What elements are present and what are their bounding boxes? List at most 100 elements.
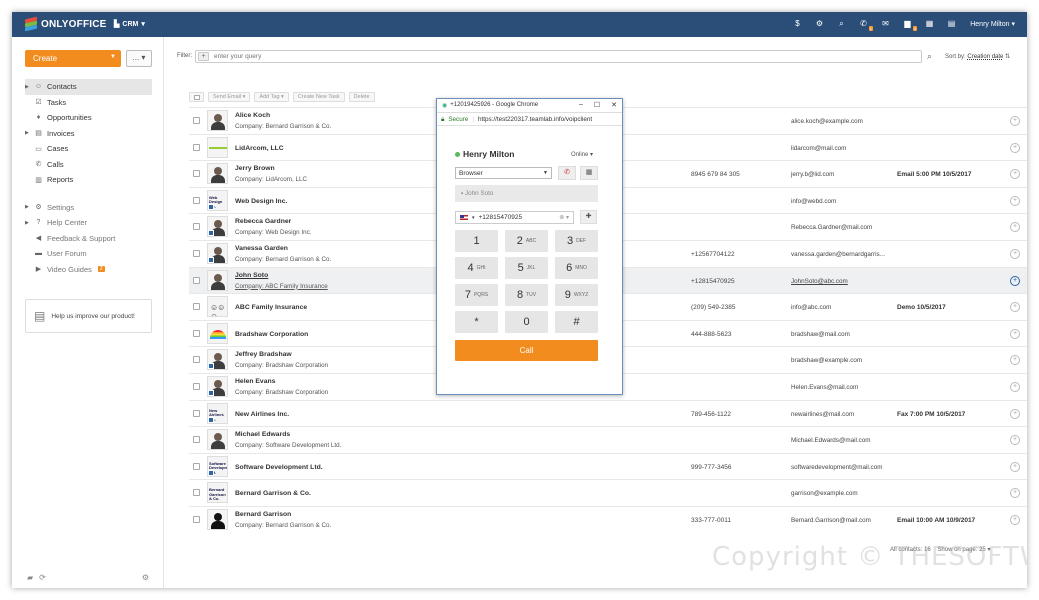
add-task-icon[interactable]: + xyxy=(1010,222,1020,233)
contact-name[interactable]: Software Development Ltd. xyxy=(235,464,323,471)
contact-email[interactable]: garrison@example.com xyxy=(791,490,858,497)
row-checkbox[interactable] xyxy=(193,356,200,364)
add-task-icon[interactable]: + xyxy=(1010,169,1020,180)
keypad-toggle-button[interactable]: ▦ xyxy=(580,166,598,180)
sidebar-item-tasks[interactable]: ☑ Tasks xyxy=(25,95,152,111)
avatar[interactable] xyxy=(207,242,228,264)
gear-icon[interactable]: ⚙ xyxy=(142,573,149,582)
call-button[interactable]: Call xyxy=(455,340,598,361)
add-task-icon[interactable]: + xyxy=(1010,328,1020,339)
filter-box[interactable]: + xyxy=(195,50,922,63)
select-all-checkbox[interactable] xyxy=(189,92,204,102)
contact-company[interactable]: Company: Software Development Ltd. xyxy=(235,442,341,449)
add-task-icon[interactable]: + xyxy=(1010,116,1020,126)
avatar[interactable] xyxy=(207,269,228,291)
add-task-icon[interactable]: + xyxy=(1010,435,1020,446)
add-task-icon[interactable]: + xyxy=(1010,275,1020,286)
avatar[interactable] xyxy=(207,349,228,371)
row-checkbox[interactable] xyxy=(193,462,200,470)
add-filter-button[interactable]: + xyxy=(198,52,209,61)
sidebar-item-help-center[interactable]: ▶ ? Help Center xyxy=(25,215,152,231)
add-task-icon[interactable]: + xyxy=(1010,514,1020,525)
avatar[interactable]: ☺☺☺ xyxy=(207,296,228,318)
contact-email[interactable]: info@abc.com xyxy=(791,304,831,311)
contact-name[interactable]: Bernard Garrison & Co. xyxy=(235,490,311,497)
add-task-icon[interactable]: + xyxy=(1010,248,1020,259)
search-input[interactable] xyxy=(214,53,714,60)
row-checkbox[interactable] xyxy=(193,249,200,257)
row-checkbox[interactable] xyxy=(193,117,200,124)
chat-icon[interactable]: ▆ 4 xyxy=(902,18,917,31)
phone-number-input[interactable]: ▾ +12815470925 ⊗ ▾ xyxy=(455,211,574,224)
avatar[interactable] xyxy=(207,322,228,344)
row-checkbox[interactable] xyxy=(193,223,200,231)
gear-icon[interactable]: ⚙ xyxy=(814,18,825,29)
contact-name[interactable]: ABC Family Insurance xyxy=(235,304,307,311)
contact-name[interactable]: New Airlines Inc. xyxy=(235,411,289,418)
contact-phone[interactable]: (209) 549-2385 xyxy=(691,304,735,311)
row-checkbox[interactable] xyxy=(193,382,200,390)
contact-name[interactable]: LidArcom, LLC xyxy=(235,145,284,152)
table-row[interactable]: Bernard Garrison Company: Bernard Garriso… xyxy=(189,505,1027,533)
table-row[interactable]: Bernard Garrison & Co. Bernard Garrison &… xyxy=(189,479,1027,506)
keypad-key[interactable]: 8 TUV xyxy=(505,284,548,306)
calendar-icon[interactable]: ▦ xyxy=(924,18,935,29)
contact-company[interactable]: Company: Web Design Inc. xyxy=(235,229,312,236)
expand-arrow-icon[interactable]: ▶ xyxy=(25,84,29,90)
device-select[interactable]: Browser ▼ xyxy=(455,167,552,179)
mail-icon[interactable]: ✉ xyxy=(880,18,891,29)
row-checkbox[interactable] xyxy=(193,329,200,337)
maximize-icon[interactable]: ☐ xyxy=(594,101,600,109)
contact-name[interactable]: Bernard Garrison xyxy=(235,511,291,518)
keypad-key[interactable]: 6 MNO xyxy=(555,257,598,279)
refresh-icon[interactable]: ⟳ xyxy=(39,573,46,582)
sort-control[interactable]: Sort by: Creation date ⇅ xyxy=(945,53,1010,60)
contact-email[interactable]: Michael.Edwards@mail.com xyxy=(791,437,871,444)
keypad-key[interactable]: * xyxy=(455,311,498,333)
avatar[interactable] xyxy=(207,216,228,238)
contact-phone[interactable]: 444-888-5623 xyxy=(691,331,731,338)
contact-phone[interactable]: 999-777-3456 xyxy=(691,464,731,471)
contact-phone[interactable]: +12567704122 xyxy=(691,251,735,258)
address-bar[interactable]: 🔒︎ Secure | https://test220317.teamlab.i… xyxy=(437,113,622,126)
sidebar-item-settings[interactable]: ▶ ⚙ Settings xyxy=(25,200,152,216)
sidebar-item-video-guides[interactable]: ▶ Video Guides 2 xyxy=(25,262,152,278)
add-task-icon[interactable]: + xyxy=(1010,142,1020,153)
keypad-key[interactable]: 9 WXYZ xyxy=(555,284,598,306)
delete-button[interactable]: Delete xyxy=(348,92,375,102)
expand-arrow-icon[interactable]: ▶ xyxy=(25,220,29,226)
search-icon[interactable]: ⌕ xyxy=(927,51,932,62)
contact-name[interactable]: Web Design Inc. xyxy=(235,198,287,205)
sidebar-item-reports[interactable]: ▥ Reports xyxy=(25,172,152,188)
contact-phone[interactable]: +12815470925 xyxy=(691,278,735,285)
contact-email[interactable]: bradshaw@example.com xyxy=(791,357,862,364)
avatar[interactable]: Software Development Ltd. xyxy=(207,455,228,477)
contact-company[interactable]: Company: ABC Family Insurance xyxy=(235,283,328,290)
keypad-key[interactable]: 0 xyxy=(505,311,548,333)
send-email-button[interactable]: Send Email ▾ xyxy=(208,92,251,102)
contact-task[interactable]: Email 10:00 AM 10/9/2017 xyxy=(897,517,975,524)
row-checkbox[interactable] xyxy=(193,489,200,497)
add-task-icon[interactable]: + xyxy=(1010,302,1020,313)
module-switcher[interactable]: ▙ CRM ▾ xyxy=(114,20,145,29)
row-checkbox[interactable] xyxy=(193,303,200,311)
clear-icon[interactable]: ⊗ ▾ xyxy=(559,214,569,221)
contact-phone[interactable]: 8945 679 84 305 xyxy=(691,171,740,178)
avatar[interactable] xyxy=(207,375,228,397)
add-task-icon[interactable]: + xyxy=(1010,381,1020,392)
contact-email[interactable]: bradshaw@mail.com xyxy=(791,331,850,338)
chat-bubble-icon[interactable]: ▰ xyxy=(27,573,33,582)
avatar[interactable] xyxy=(207,163,228,185)
row-checkbox[interactable] xyxy=(193,436,200,444)
table-row[interactable]: New Airlines Inc. New Airlines Inc. 789-45… xyxy=(189,399,1027,427)
sidebar-item-opportunities[interactable]: ♦ Opportunities xyxy=(25,110,152,126)
contact-field[interactable]: ▪ John Soto xyxy=(455,185,598,202)
create-button[interactable]: Create ▼ xyxy=(25,50,121,67)
contact-company[interactable]: Company: Bradshaw Corporation xyxy=(235,389,328,396)
keypad-key[interactable]: 5 JKL xyxy=(505,257,548,279)
contact-email[interactable]: Helen.Evans@mail.com xyxy=(791,384,858,391)
add-task-icon[interactable]: + xyxy=(1010,355,1020,366)
contact-task[interactable]: Demo 10/5/2017 xyxy=(897,304,946,311)
contact-company[interactable]: Company: Bradshaw Corporation xyxy=(235,362,328,369)
contact-email[interactable]: lidarcom@mail.com xyxy=(791,145,846,152)
